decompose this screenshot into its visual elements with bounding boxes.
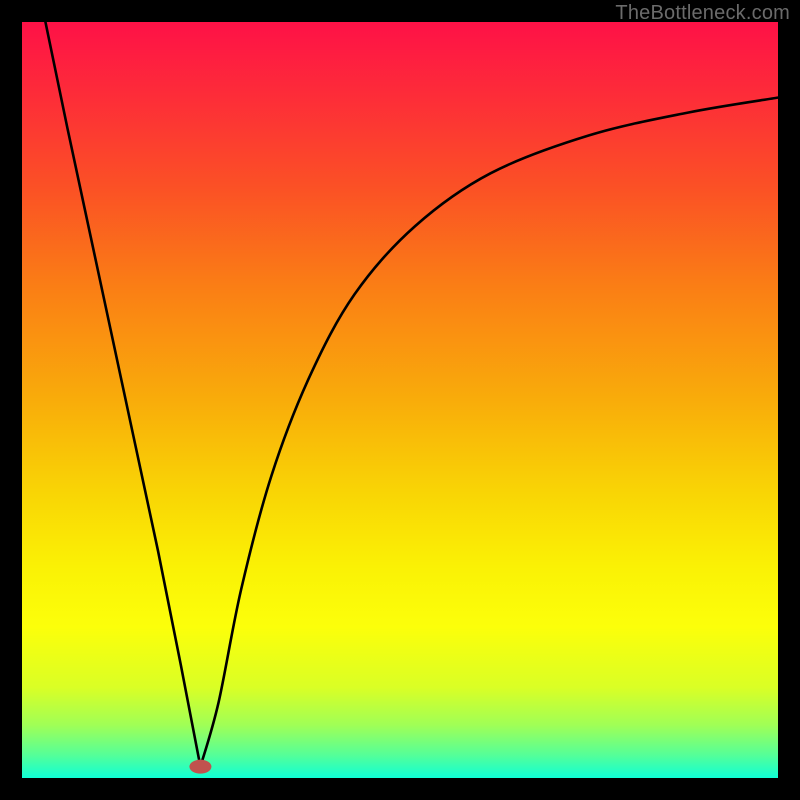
chart-frame: TheBottleneck.com [0, 0, 800, 800]
gradient-background [22, 22, 778, 778]
gradient-plot [22, 22, 778, 778]
plot-svg [22, 22, 778, 778]
minimum-marker [189, 760, 211, 774]
